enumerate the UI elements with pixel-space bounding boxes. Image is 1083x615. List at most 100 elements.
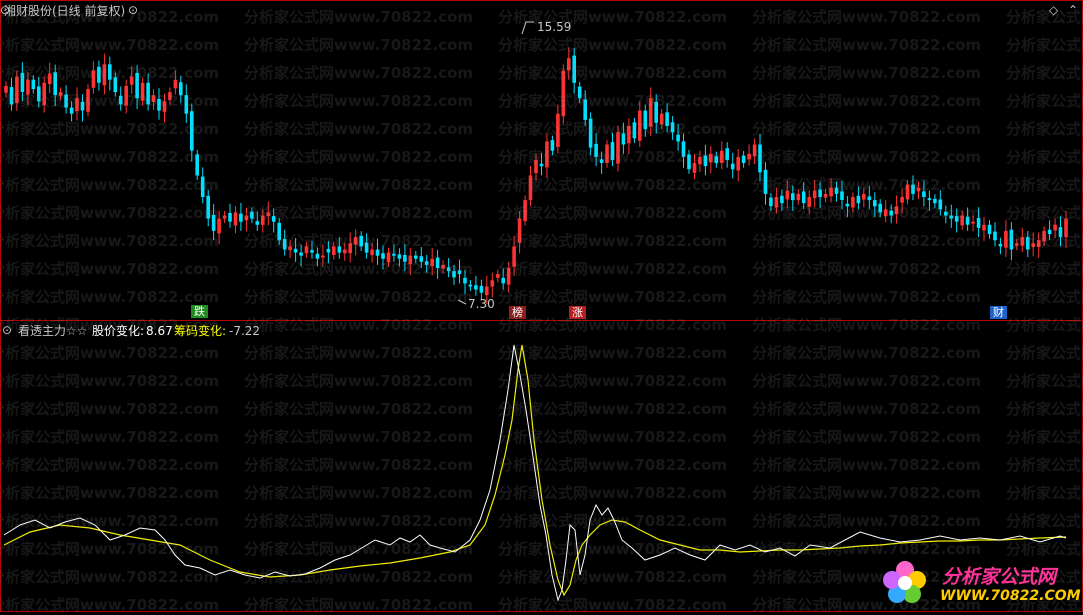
candle-body [856, 195, 861, 204]
candle-body [195, 154, 199, 176]
candle-body [769, 197, 773, 207]
settings-circle-icon[interactable]: ⊙ [128, 3, 138, 17]
candle-body [277, 222, 281, 241]
candle-body [31, 79, 36, 89]
signal-badge-fall[interactable]: 跌 [191, 305, 208, 318]
candle-body [228, 213, 232, 222]
candle-body [452, 271, 456, 278]
candle-body [288, 246, 292, 251]
candle-body [648, 98, 653, 127]
candle-body [86, 89, 90, 112]
candle-body [441, 264, 445, 269]
candle-body [113, 77, 118, 93]
candle-body [687, 154, 691, 170]
candle-body [938, 199, 943, 210]
candle-body [982, 224, 986, 231]
signal-badge-rank[interactable]: 榜 [509, 306, 526, 319]
candle-body [337, 246, 342, 253]
candle-body [304, 246, 309, 254]
candle-body [845, 203, 850, 207]
candle-body [102, 64, 107, 86]
candle-body [184, 95, 189, 114]
candle-body [599, 159, 604, 163]
candle-body [588, 118, 593, 148]
candle-body [774, 197, 779, 208]
candle-body [282, 239, 287, 250]
candle-body [714, 156, 719, 164]
candle-body [905, 184, 910, 200]
candle-body [528, 175, 533, 201]
candle-body [47, 73, 52, 84]
candle-body [971, 221, 975, 224]
high-price-label: 15.59 [537, 20, 572, 34]
candle-body [944, 211, 948, 216]
flower-logo-icon [883, 561, 926, 603]
high-marker-line [521, 21, 534, 35]
candle-body [64, 94, 68, 108]
candle-body [807, 197, 811, 207]
candle-body [1009, 229, 1014, 250]
candle-body [725, 148, 729, 160]
collapse-up-icon[interactable]: ⌃ [1068, 3, 1078, 17]
candle-body [157, 98, 161, 111]
candle-body [780, 195, 784, 204]
candle-body [889, 210, 893, 216]
candle-body [424, 261, 429, 265]
candle-body [643, 110, 648, 130]
diamond-icon[interactable]: ◇ [1049, 3, 1058, 17]
signal-badge-rise[interactable]: 涨 [569, 306, 586, 319]
candle-body [594, 143, 598, 157]
candle-body [1058, 227, 1063, 238]
candle-body [954, 216, 959, 222]
candle-body [916, 187, 921, 192]
candle-body [321, 255, 325, 258]
candle-body [796, 193, 801, 201]
candle-body [206, 195, 210, 219]
candle-body [151, 95, 156, 102]
candle-body [37, 86, 41, 102]
candle-body [255, 221, 260, 225]
candle-body [20, 72, 25, 92]
candle-body [922, 191, 926, 197]
candle-body [381, 253, 385, 259]
candle-body [801, 191, 806, 204]
candle-body [665, 112, 669, 126]
candle-body [222, 215, 227, 219]
candle-body [266, 212, 271, 217]
logo-title: 分析家公式网 [942, 566, 1057, 588]
candle-body [681, 141, 686, 157]
candle-body [135, 72, 139, 99]
candle-body [534, 160, 538, 173]
stock-chart-window: 分析家公式网www.70822.com 分析家公式网www.70822.com 分析… [0, 0, 1083, 614]
indicator-menu-icon[interactable]: ⊙ [2, 323, 12, 337]
indicator-field1-label: 股价变化: [92, 324, 145, 338]
candle-body [965, 216, 970, 225]
candle-body [80, 101, 85, 111]
candle-body [523, 200, 527, 222]
candle-body [146, 82, 150, 105]
candle-body [474, 285, 478, 290]
candle-body [430, 258, 434, 267]
chart-canvas [0, 0, 1083, 612]
candle-body [927, 198, 932, 201]
candle-body [823, 193, 828, 198]
candle-body [168, 92, 172, 101]
candle-body [638, 110, 642, 141]
candle-body [730, 163, 735, 170]
candle-body [556, 113, 560, 147]
candle-body [97, 66, 101, 83]
candle-body [993, 231, 997, 241]
signal-badge-finance[interactable]: 财 [990, 306, 1007, 319]
candle-body [933, 198, 937, 204]
candle-body [190, 111, 194, 151]
candle-body [873, 200, 877, 207]
candle-body [506, 268, 511, 285]
candle-body [353, 237, 358, 245]
candle-body [949, 215, 954, 219]
candle-body [490, 280, 495, 287]
candle-body [829, 187, 833, 197]
candle-body [692, 163, 697, 173]
candle-body [627, 126, 631, 144]
low-price-label: 7.30 [468, 297, 495, 311]
candle-body [698, 156, 702, 165]
